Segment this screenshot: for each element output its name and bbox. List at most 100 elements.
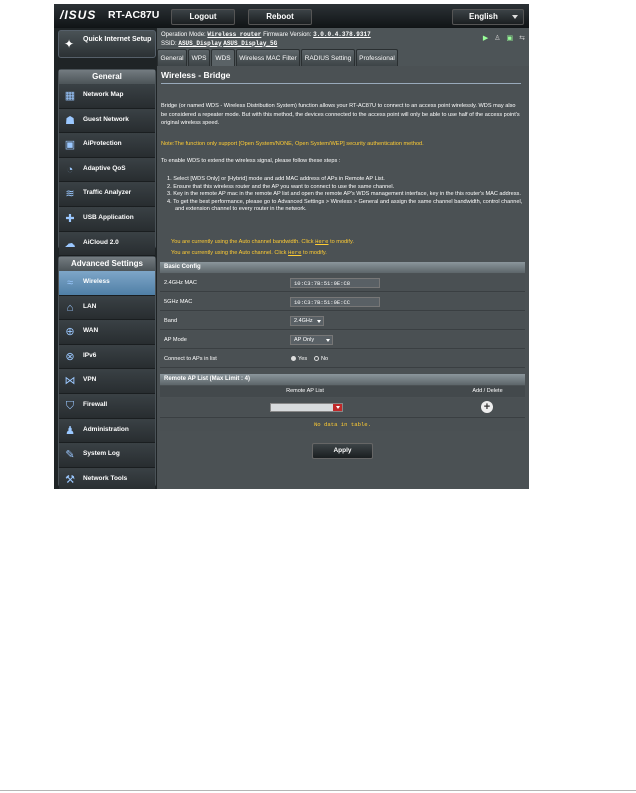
connect-row: Connect to APs in list Yes No <box>160 350 525 368</box>
chevron-down-icon <box>317 320 321 323</box>
no-label: No <box>321 356 329 362</box>
general-menu: General ▦ Network Map ☗ Guest Network ▣ AiPro… <box>58 69 156 257</box>
sidebar-item-label: LAN <box>83 302 97 310</box>
tab-wireless-mac-filter[interactable]: Wireless MAC Filter <box>236 49 300 66</box>
sidebar-item-network-map[interactable]: ▦ Network Map <box>59 84 155 109</box>
ipv6-icon: ⊗ <box>65 350 75 363</box>
model-name: RT-AC87U <box>108 9 160 21</box>
modify-bandwidth-link[interactable]: Here <box>315 238 328 245</box>
logout-button[interactable]: Logout <box>171 9 235 25</box>
sidebar-item-label: Network Tools <box>83 474 128 482</box>
apply-button[interactable]: Apply <box>312 443 373 459</box>
connect-no-radio[interactable]: No <box>314 356 328 362</box>
remote-ap-header: Remote AP List (Max Limit : 4) <box>160 374 525 385</box>
sidebar-adv-item-ipv6[interactable]: ⊗ IPv6 <box>59 344 155 370</box>
band-select[interactable]: 2.4GHz <box>290 316 324 326</box>
internet-icon[interactable]: ▣ <box>507 35 514 42</box>
sidebar-item-aiprotection[interactable]: ▣ AiProtection <box>59 133 155 158</box>
tools-icon: ⚒ <box>65 473 75 486</box>
ssid-5-link[interactable]: ASUS_Display_5G <box>223 40 277 47</box>
connect-yes-radio[interactable]: Yes <box>291 356 307 362</box>
steps-list: 1. Select [WDS Only] or [Hybrid] mode an… <box>167 176 523 214</box>
tab-general[interactable]: General <box>157 49 187 66</box>
sidebar-item-guest-network[interactable]: ☗ Guest Network <box>59 108 155 134</box>
mac5-row: 5GHz MAC 10:C3:7B:51:0E:CC <box>160 293 525 311</box>
shield-icon: ⛉ <box>65 399 75 412</box>
sidebar-adv-item-lan[interactable]: ⌂ LAN <box>59 295 155 321</box>
network-map-icon: ▦ <box>64 90 76 102</box>
wireless-icon: ≈ <box>66 277 74 289</box>
sidebar-item-adaptive-qos[interactable]: ◔ Adaptive QoS <box>59 157 155 183</box>
step-item: 4. To get the best performance, please g… <box>167 198 523 213</box>
mac5-value: 10:C3:7B:51:0E:CC <box>290 297 380 307</box>
mac24-value: 10:C3:7B:51:0E:C8 <box>290 278 380 288</box>
wand-icon: ✦ <box>64 37 75 51</box>
apmode-select[interactable]: AP Only <box>290 335 333 345</box>
sidebar-adv-item-vpn[interactable]: ⋈ VPN <box>59 369 155 394</box>
basic-config-header: Basic Config <box>160 262 525 273</box>
radio-empty-icon <box>314 356 319 361</box>
gauge-icon: ◔ <box>66 163 74 176</box>
ssid-label: SSID: <box>161 40 177 47</box>
chevron-down-icon <box>512 15 518 19</box>
lock-icon: ▣ <box>64 139 76 152</box>
ssid-24-link[interactable]: ASUS_Display <box>178 40 221 47</box>
tab-wds[interactable]: WDS <box>211 49 235 66</box>
add-ap-button[interactable]: + <box>481 401 493 413</box>
radio-selected-icon <box>291 356 296 361</box>
puzzle-icon: ✚ <box>65 212 75 225</box>
admin-icon: ♟ <box>65 424 75 437</box>
mac24-label: 2.4GHz MAC <box>164 280 197 286</box>
sidebar-item-usb-application[interactable]: ✚ USB Application <box>59 206 155 232</box>
sidebar-adv-item-wireless[interactable]: ≈ Wireless <box>59 271 155 296</box>
sidebar-item-label: Adaptive QoS <box>83 164 126 172</box>
warning-text: You are currently using the Auto channel… <box>171 239 316 245</box>
remote-ap-col: Remote AP List <box>286 388 324 394</box>
tab-radius-setting[interactable]: RADIUS Setting <box>301 49 355 66</box>
step-item: 2. Ensure that this wireless router and … <box>167 183 395 190</box>
remote-ap-select[interactable] <box>270 403 343 412</box>
apmode-label: AP Mode <box>164 337 187 343</box>
vpn-icon: ⋈ <box>64 375 76 388</box>
firmware-link[interactable]: 3.0.0.4.378.9317 <box>313 31 371 38</box>
firmware-label: Firmware Version: <box>263 32 312 38</box>
sidebar-item-label: Firewall <box>83 400 108 408</box>
sidebar-item-label: AiProtection <box>83 140 122 148</box>
sidebar-item-label: System Log <box>83 450 120 458</box>
house-icon: ⌂ <box>66 301 74 314</box>
sidebar-item-aicloud-2-0[interactable]: ☁ AiCloud 2.0 <box>59 231 155 257</box>
tab-wps[interactable]: WPS <box>188 49 210 66</box>
chevron-down-icon <box>326 339 330 342</box>
advanced-settings-menu: Advanced Settings ≈ Wireless ⌂ LAN ⊕ WAN ⊗ IPv6… <box>58 256 156 489</box>
usb-icon[interactable]: ⇆ <box>519 35 525 42</box>
title-divider <box>161 83 521 84</box>
apmode-row: AP Mode AP Only <box>160 331 525 349</box>
apmode-value: AP Only <box>294 337 315 343</box>
quick-internet-setup-button[interactable]: ✦ Quick Internet Setup <box>58 30 156 58</box>
reboot-button[interactable]: Reboot <box>248 9 312 25</box>
remote-ap-input-row: + <box>160 398 525 416</box>
language-select[interactable]: English <box>452 9 524 25</box>
mac5-label: 5GHz MAC <box>164 299 193 305</box>
note-text: Note:The function only support [Open Sys… <box>161 141 424 147</box>
sidebar-adv-item-firewall[interactable]: ⛉ Firewall <box>59 393 155 419</box>
tab-professional[interactable]: Professional <box>356 49 398 66</box>
sidebar-adv-item-wan[interactable]: ⊕ WAN <box>59 320 155 345</box>
sidebar-adv-item-system-log[interactable]: ✎ System Log <box>59 443 155 468</box>
user-icon[interactable]: ♙ <box>494 35 500 42</box>
op-mode-link[interactable]: Wireless router <box>207 31 261 38</box>
connect-label: Connect to APs in list <box>164 356 217 362</box>
warning-text: to modify. <box>301 250 327 256</box>
sidebar-item-label: Administration <box>83 425 129 433</box>
asus-logo: /ISUS <box>60 8 97 22</box>
app-icon[interactable]: ▶ <box>483 35 488 42</box>
guest-network-icon: ☗ <box>65 114 75 127</box>
sidebar-adv-item-network-tools[interactable]: ⚒ Network Tools <box>59 467 155 489</box>
band-row: Band 2.4GHz <box>160 312 525 330</box>
modify-channel-link[interactable]: Here <box>288 249 301 256</box>
empty-table-message: No data in table. <box>160 417 525 431</box>
sidebar-adv-item-administration[interactable]: ♟ Administration <box>59 418 155 444</box>
sidebar-item-label: Network Map <box>83 91 124 98</box>
sidebar-item-traffic-analyzer[interactable]: ≋ Traffic Analyzer <box>59 182 155 207</box>
intro-text: Bridge (or named WDS - Wireless Distribu… <box>161 103 520 126</box>
